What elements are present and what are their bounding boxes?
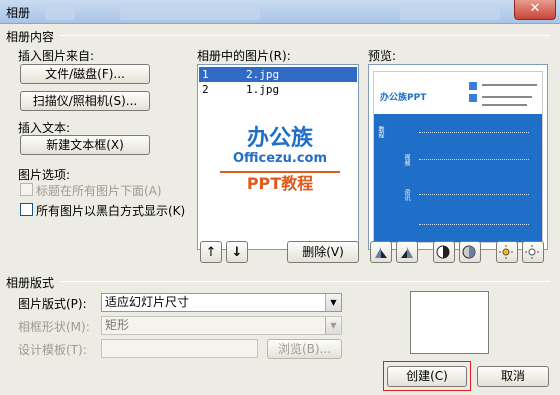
picture-options-label: 图片选项: xyxy=(18,168,71,182)
frame-shape-select[interactable]: 矩形 ▼ xyxy=(101,316,342,335)
arrow-up-icon: ↑ xyxy=(205,244,217,260)
delete-button[interactable]: 删除(V) xyxy=(287,241,359,263)
blurred-area xyxy=(400,3,500,20)
design-template-field[interactable] xyxy=(101,339,258,358)
close-icon: ✕ xyxy=(529,1,541,16)
frame-shape-value: 矩形 xyxy=(105,318,130,332)
insert-text-label: 插入文本: xyxy=(18,121,71,135)
brightness-up-button[interactable] xyxy=(496,241,518,263)
chevron-down-icon[interactable]: ▼ xyxy=(325,294,341,311)
captions-below-label: 标题在所有图片下面(A) xyxy=(36,184,162,198)
brightness-up-icon xyxy=(499,245,513,259)
blurred-area xyxy=(45,3,75,20)
rotate-left-button[interactable] xyxy=(370,241,392,263)
pictures-in-album-label: 相册中的图片(R): xyxy=(197,49,291,63)
contrast-up-icon xyxy=(436,245,450,259)
new-textbox-button[interactable]: 新建文本框(X) xyxy=(20,135,150,155)
group-divider xyxy=(60,281,550,282)
watermark: 办公族 Officezu.com PPT教程 xyxy=(220,127,340,199)
browse-button[interactable]: 浏览(B)... xyxy=(267,339,342,359)
picture-layout-select[interactable]: 适应幻灯片尺寸 ▼ xyxy=(101,293,342,312)
layout-preview xyxy=(410,291,489,354)
watermark-tagline: PPT教程 xyxy=(220,171,340,195)
picture-layout-label: 图片版式(P): xyxy=(18,297,87,311)
black-white-checkbox[interactable] xyxy=(20,203,33,216)
move-up-button[interactable]: ↑ xyxy=(200,241,222,263)
picture-layout-value: 适应幻灯片尺寸 xyxy=(105,295,190,309)
brightness-down-button[interactable] xyxy=(522,241,544,263)
brightness-down-icon xyxy=(525,245,539,259)
group-divider xyxy=(60,35,550,36)
scanner-camera-button[interactable]: 扫描仪/照相机(S)... xyxy=(20,91,150,111)
window-title: 相册 xyxy=(6,6,31,20)
preview-pane: 办公族PPT 教程 视频 资讯 xyxy=(368,64,548,250)
rotate-left-icon xyxy=(375,247,387,258)
slide-logo: 办公族PPT xyxy=(380,93,427,103)
watermark-brand: 办公族 xyxy=(246,126,313,151)
list-item[interactable]: 1 2.jpg xyxy=(199,67,357,82)
rotate-right-icon xyxy=(401,247,413,258)
file-disk-button[interactable]: 文件/磁盘(F)... xyxy=(20,64,150,84)
contrast-up-button[interactable] xyxy=(433,241,455,263)
arrow-down-icon: ↓ xyxy=(231,244,243,260)
black-white-label: 所有图片以黑白方式显示(K) xyxy=(36,204,186,218)
slide-blue-body: 教程 视频 资讯 xyxy=(374,114,542,242)
pictures-list[interactable]: 1 2.jpg 2 1.jpg 办公族 Officezu.com PPT教程 xyxy=(197,64,359,250)
frame-shape-label: 相框形状(M): xyxy=(18,320,90,334)
design-template-label: 设计模板(T): xyxy=(18,343,87,357)
watermark-site: Officezu.com xyxy=(232,151,327,166)
preview-label: 预览: xyxy=(368,49,397,63)
move-down-button[interactable]: ↓ xyxy=(226,241,248,263)
close-button[interactable]: ✕ xyxy=(514,0,556,20)
blurred-area xyxy=(120,3,260,20)
contrast-down-icon xyxy=(462,245,476,259)
album-content-group-label: 相册内容 xyxy=(6,30,55,44)
create-button[interactable]: 创建(C) xyxy=(387,366,467,387)
rotate-right-button[interactable] xyxy=(396,241,418,263)
album-layout-group-label: 相册版式 xyxy=(6,276,55,290)
chevron-down-icon[interactable]: ▼ xyxy=(325,317,341,334)
cancel-button[interactable]: 取消 xyxy=(477,366,549,387)
slide-preview: 办公族PPT 教程 视频 资讯 xyxy=(373,71,543,243)
photo-album-dialog: 相册内容 插入图片来自: 文件/磁盘(F)... 扫描仪/照相机(S)... 插… xyxy=(0,24,560,395)
contrast-down-button[interactable] xyxy=(459,241,481,263)
list-item[interactable]: 2 1.jpg xyxy=(199,82,357,97)
captions-below-checkbox[interactable] xyxy=(20,183,33,196)
title-bar: 相册 ✕ xyxy=(0,0,560,24)
insert-from-label: 插入图片来自: xyxy=(18,49,95,63)
